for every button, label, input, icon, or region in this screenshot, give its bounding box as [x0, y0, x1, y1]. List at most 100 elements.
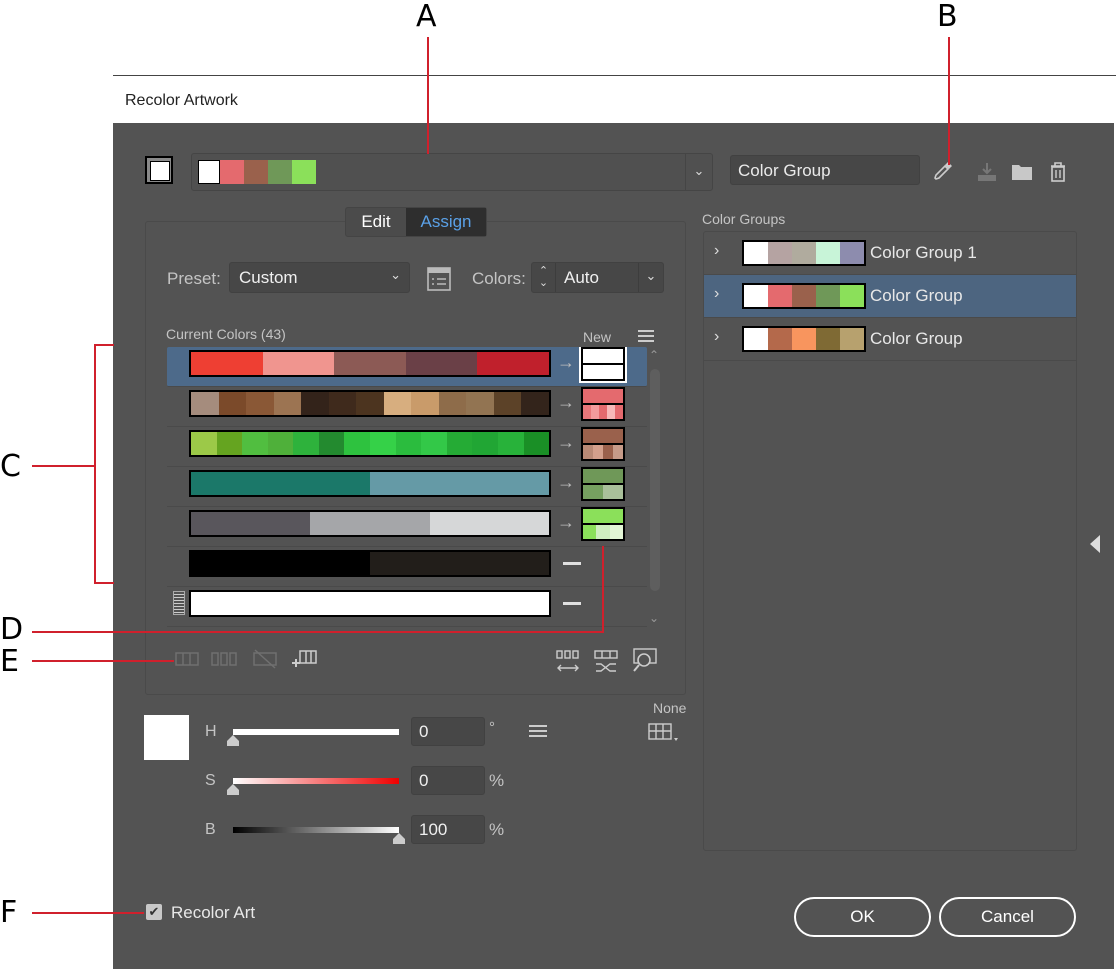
colors-count-control[interactable]: ⌃ ⌄ Auto ⌄	[531, 262, 664, 293]
chevron-down-icon[interactable]: ⌄	[638, 263, 663, 292]
preset-dropdown[interactable]: Custom ⌄	[229, 262, 410, 293]
current-color-swatch[interactable]	[421, 432, 447, 455]
current-color-swatch[interactable]	[191, 472, 370, 495]
current-color-swatch[interactable]	[395, 432, 422, 455]
current-color-swatch[interactable]	[191, 352, 263, 375]
current-color-swatch[interactable]	[191, 432, 217, 455]
current-color-swatch[interactable]	[310, 512, 430, 535]
current-color-swatch[interactable]	[472, 432, 498, 455]
current-color-swatch[interactable]	[429, 512, 549, 535]
color-row[interactable]	[167, 587, 647, 627]
color-group-item[interactable]: › Color Group 1	[704, 232, 1076, 275]
chevron-right-icon[interactable]: ›	[714, 242, 719, 260]
scroll-up-icon[interactable]: ⌃	[649, 348, 659, 362]
recolor-art-checkbox[interactable]: ✔	[146, 904, 162, 920]
scroll-down-icon[interactable]: ⌄	[649, 611, 659, 625]
current-color-swatch[interactable]	[191, 512, 311, 535]
eyedropper-icon[interactable]	[931, 159, 955, 183]
current-color-swatch[interactable]	[318, 432, 345, 455]
current-color-swatch[interactable]	[218, 392, 247, 415]
arrow-icon[interactable]: →	[557, 472, 575, 493]
arrow-icon[interactable]: →	[557, 512, 575, 533]
arrow-icon[interactable]: →	[557, 432, 575, 453]
saturation-slider-thumb[interactable]	[227, 784, 239, 795]
chevron-right-icon[interactable]: ›	[714, 328, 719, 346]
current-color-swatch[interactable]	[411, 392, 439, 415]
current-color-swatch[interactable]	[191, 552, 370, 575]
find-color-in-artwork-icon[interactable]	[631, 647, 659, 675]
current-colors-bar[interactable]	[189, 350, 551, 377]
trash-icon[interactable]	[1048, 161, 1068, 183]
current-color-swatch[interactable]	[523, 432, 550, 455]
merge-colors-icon[interactable]	[175, 651, 199, 667]
harmony-color-swatch[interactable]	[220, 160, 244, 184]
separate-colors-icon[interactable]	[211, 651, 237, 667]
color-row[interactable]	[167, 547, 647, 587]
tab-assign[interactable]: Assign	[406, 208, 486, 236]
current-colors-bar[interactable]	[189, 550, 551, 577]
arrow-icon[interactable]: →	[557, 352, 575, 373]
current-color-swatch[interactable]	[370, 552, 549, 575]
current-color-swatch[interactable]	[334, 352, 406, 375]
hue-slider-thumb[interactable]	[227, 735, 239, 746]
color-reduction-options-icon[interactable]	[427, 267, 451, 291]
new-color-box[interactable]	[579, 347, 627, 383]
new-color-box[interactable]	[581, 427, 625, 461]
new-color-box[interactable]	[581, 467, 625, 501]
color-row[interactable]: →	[167, 507, 647, 547]
saturation-input[interactable]: 0	[411, 766, 485, 795]
current-color-swatch[interactable]	[521, 392, 549, 415]
current-color-swatch[interactable]	[383, 392, 412, 415]
current-color-swatch[interactable]	[246, 392, 274, 415]
exclude-colors-icon[interactable]	[253, 649, 277, 669]
randomly-change-saturation-icon[interactable]	[593, 649, 619, 675]
current-color-swatch[interactable]	[191, 392, 219, 415]
color-group-item[interactable]: › Color Group	[704, 275, 1076, 318]
save-group-icon[interactable]	[975, 161, 999, 183]
brightness-input[interactable]: 100	[411, 815, 485, 844]
active-color-swatch[interactable]	[145, 156, 173, 184]
current-colors-bar[interactable]	[189, 510, 551, 537]
chevron-right-icon[interactable]: ›	[714, 285, 719, 303]
brightness-slider[interactable]	[233, 827, 399, 833]
current-colors-bar[interactable]	[189, 390, 551, 417]
current-color-swatch[interactable]	[466, 392, 494, 415]
current-colors-bar[interactable]	[189, 590, 551, 617]
hue-input[interactable]: 0	[411, 717, 485, 746]
new-row-icon[interactable]	[291, 649, 317, 669]
harmony-color-swatch[interactable]	[198, 160, 220, 184]
harmony-color-swatch[interactable]	[292, 160, 316, 184]
current-color-swatch[interactable]	[267, 432, 294, 455]
tab-edit[interactable]: Edit	[346, 208, 406, 236]
new-color-box[interactable]	[581, 507, 625, 541]
current-color-swatch[interactable]	[328, 392, 357, 415]
row-lock-icon[interactable]	[173, 591, 185, 615]
current-color-swatch[interactable]	[344, 432, 371, 455]
randomly-change-order-icon[interactable]	[555, 649, 581, 675]
new-folder-icon[interactable]	[1010, 161, 1034, 183]
menu-icon[interactable]	[638, 330, 654, 342]
color-group-name-input[interactable]: Color Group	[730, 155, 920, 185]
current-colors-bar[interactable]	[189, 430, 551, 457]
harmony-color-swatch[interactable]	[268, 160, 292, 184]
current-color-swatch[interactable]	[493, 392, 522, 415]
brightness-slider-thumb[interactable]	[393, 833, 405, 844]
current-colors-bar[interactable]	[189, 470, 551, 497]
saturation-slider[interactable]	[233, 778, 399, 784]
color-group-item[interactable]: › Color Group	[704, 318, 1076, 361]
color-row[interactable]: →	[167, 427, 647, 467]
new-color-box[interactable]	[581, 387, 625, 421]
harmony-color-swatch[interactable]	[244, 160, 268, 184]
arrow-icon[interactable]: →	[557, 392, 575, 413]
ok-button[interactable]: OK	[794, 897, 931, 937]
harmony-colors-dropdown[interactable]: ⌄	[191, 153, 713, 191]
current-color-swatch[interactable]	[438, 392, 467, 415]
current-color-swatch[interactable]	[446, 432, 473, 455]
current-color-swatch[interactable]	[273, 392, 302, 415]
current-color-swatch[interactable]	[191, 592, 549, 615]
stepper-icon[interactable]: ⌃ ⌄	[532, 263, 556, 292]
cancel-button[interactable]: Cancel	[939, 897, 1076, 937]
current-color-swatch[interactable]	[477, 352, 549, 375]
hue-slider[interactable]	[233, 729, 399, 735]
current-color-swatch[interactable]	[242, 432, 268, 455]
